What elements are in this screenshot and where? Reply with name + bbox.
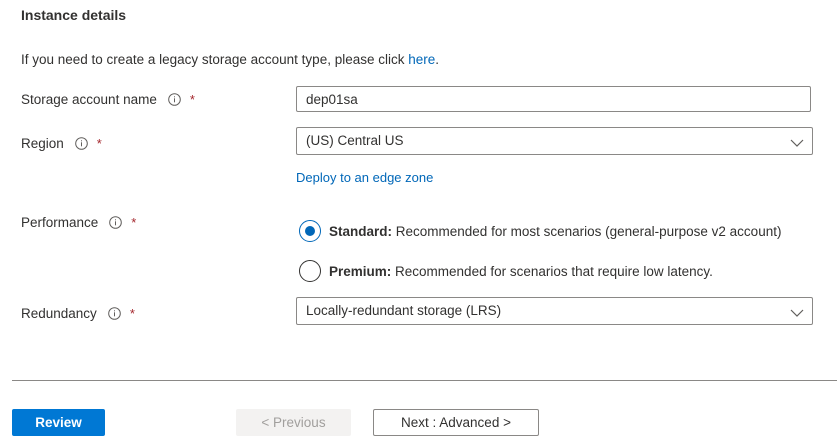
required-marker: * — [189, 92, 195, 107]
storage-account-name-label-text: Storage account name — [21, 92, 157, 107]
region-label-text: Region — [21, 136, 64, 151]
region-dropdown[interactable]: (US) Central US — [296, 127, 813, 155]
legacy-notice-text: If you need to create a legacy storage a… — [21, 52, 409, 67]
region-label: Region * — [21, 136, 102, 151]
redundancy-dropdown[interactable]: Locally-redundant storage (LRS) — [296, 297, 813, 325]
radio-premium[interactable] — [299, 260, 321, 282]
legacy-account-link[interactable]: here — [408, 52, 435, 67]
standard-option-description: Recommended for most scenarios (general-… — [392, 223, 782, 239]
next-advanced-button[interactable]: Next : Advanced > — [373, 409, 539, 436]
premium-option-title: Premium: — [329, 263, 392, 279]
redundancy-label-text: Redundancy — [21, 306, 97, 321]
info-icon[interactable] — [74, 137, 88, 150]
standard-option-title: Standard: — [329, 223, 393, 239]
storage-account-name-input[interactable] — [296, 86, 811, 112]
required-marker: * — [131, 215, 137, 230]
performance-option-premium[interactable]: Premium: Recommended for scenarios that … — [299, 260, 713, 282]
region-selected-value: (US) Central US — [306, 133, 404, 148]
instance-details-page: Instance details If you need to create a… — [0, 0, 837, 446]
footer-divider — [12, 380, 837, 381]
required-marker: * — [96, 136, 102, 151]
section-title: Instance details — [21, 7, 127, 23]
performance-label-text: Performance — [21, 215, 99, 230]
chevron-down-icon — [790, 305, 804, 317]
review-button[interactable]: Review — [12, 409, 105, 436]
redundancy-label: Redundancy * — [21, 306, 135, 321]
info-icon[interactable] — [108, 307, 121, 320]
legacy-notice-suffix: . — [435, 52, 440, 67]
performance-label: Performance * — [21, 215, 136, 230]
info-icon[interactable] — [168, 93, 181, 106]
chevron-down-icon — [790, 135, 804, 147]
legacy-account-notice: If you need to create a legacy storage a… — [21, 52, 439, 67]
storage-account-name-label: Storage account name * — [21, 92, 195, 107]
redundancy-selected-value: Locally-redundant storage (LRS) — [306, 303, 502, 318]
previous-button[interactable]: < Previous — [236, 409, 351, 436]
info-icon[interactable] — [109, 216, 123, 229]
premium-option-description: Recommended for scenarios that require l… — [391, 263, 713, 279]
deploy-edge-zone-link[interactable]: Deploy to an edge zone — [296, 170, 433, 185]
performance-option-standard[interactable]: Standard: Recommended for most scenarios… — [299, 220, 781, 242]
radio-standard[interactable] — [299, 220, 321, 242]
required-marker: * — [129, 306, 135, 321]
